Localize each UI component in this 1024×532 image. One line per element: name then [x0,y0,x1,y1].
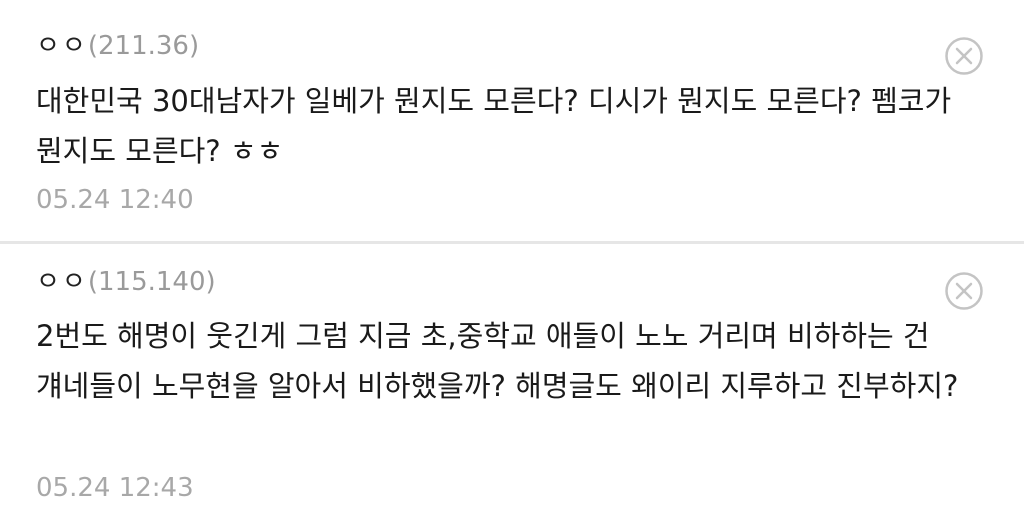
comment-item: ㅇㅇ(211.36) 대한민국 30대남자가 일베가 뭔지도 모른다? 디시가 … [0,0,1024,242]
comment-timestamp: 05.24 12:40 [36,185,194,215]
delete-comment-button[interactable] [944,271,984,311]
delete-comment-button[interactable] [944,36,984,76]
comment-text: 2번도 해명이 웃긴게 그럼 지금 초,중학교 애들이 노노 거리며 비하하는 … [36,319,959,403]
comment-timestamp: 05.24 12:43 [36,473,194,503]
comment-text: 대한민국 30대남자가 일베가 뭔지도 모른다? 디시가 뭔지도 모른다? 펨코… [36,84,952,168]
comment-ip: (115.140) [87,267,216,297]
comment-author: ㅇㅇ [36,31,88,61]
comment-item: ㅇㅇ(115.140) 2번도 해명이 웃긴게 그럼 지금 초,중학교 애들이 … [0,244,1024,532]
comment-author-line: ㅇㅇ(115.140) [36,266,216,298]
comment-ip: (211.36) [87,31,200,61]
comment-author-line: ㅇㅇ(211.36) [36,30,199,62]
comment-author: ㅇㅇ [36,267,88,297]
close-circle-icon [945,37,983,75]
comment-list: ㅇㅇ(211.36) 대한민국 30대남자가 일베가 뭔지도 모른다? 디시가 … [0,0,1024,532]
close-circle-icon [945,272,983,310]
